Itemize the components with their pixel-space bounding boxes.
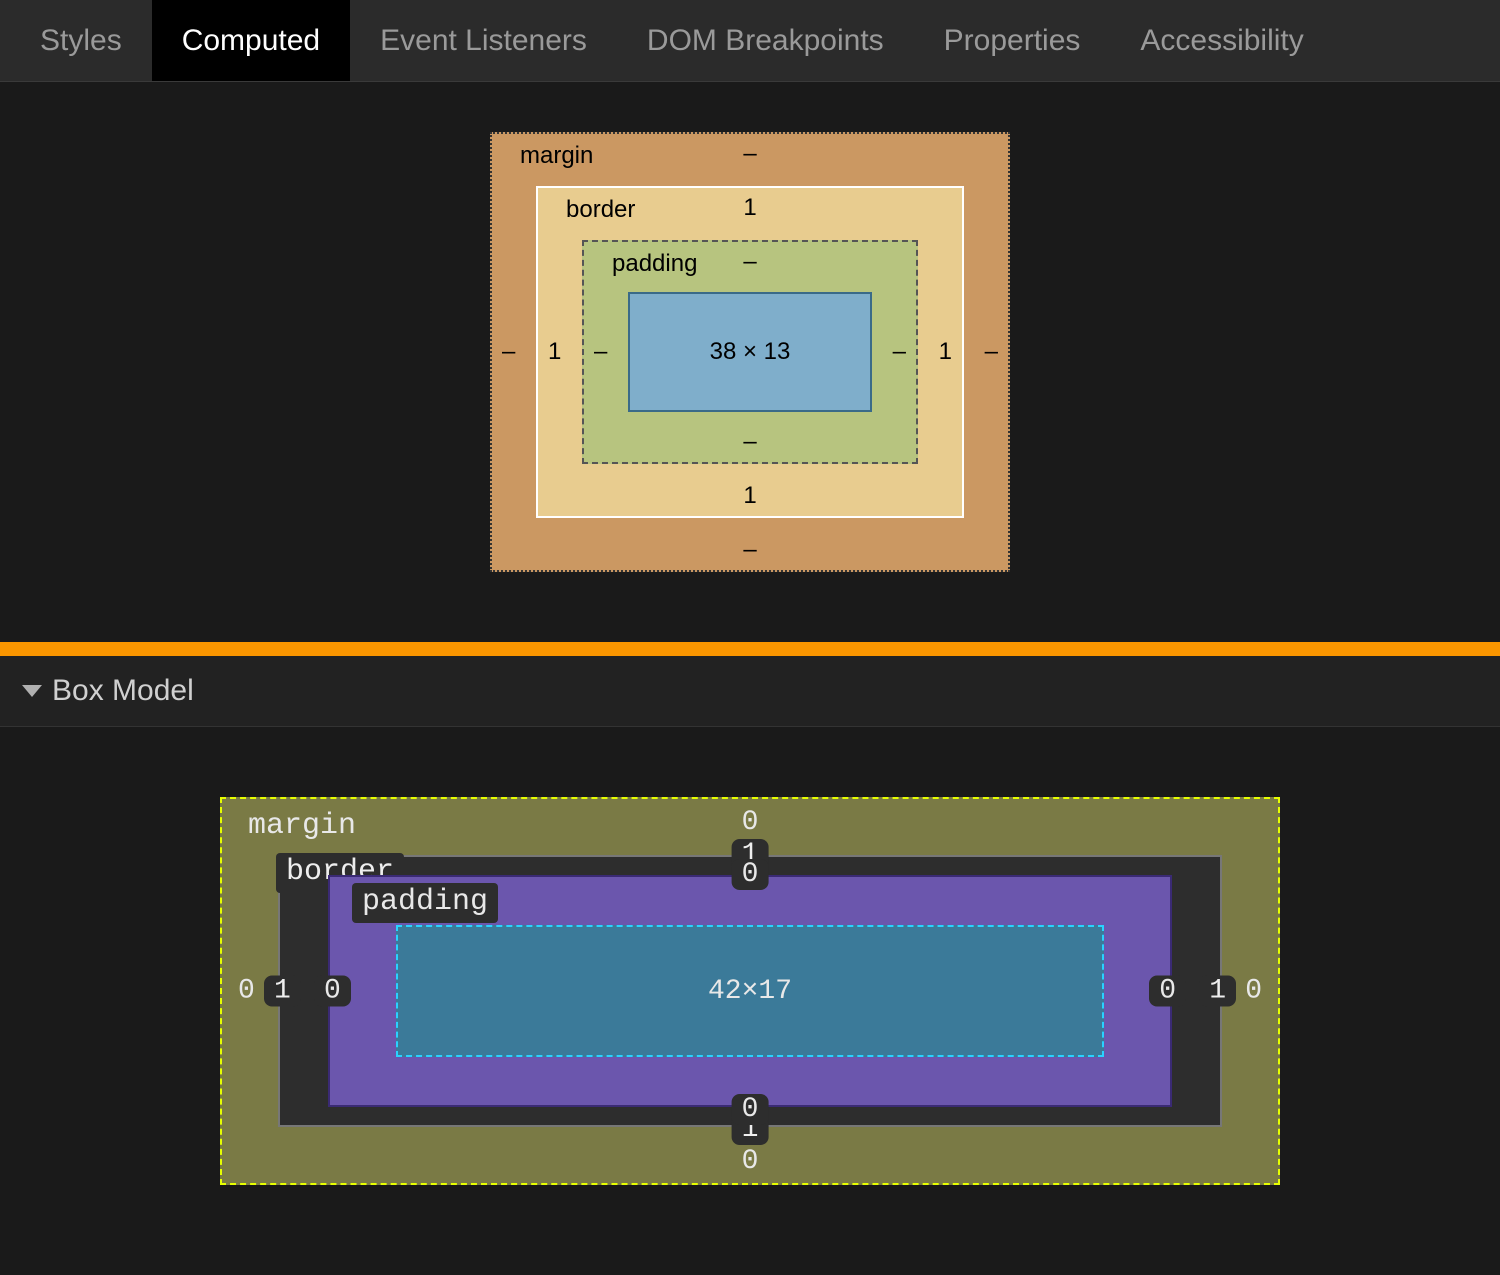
box-model-border[interactable]: border 1 1 1 1 padding – – – – 38 × 13 (536, 186, 964, 518)
margin-top[interactable]: – (743, 140, 756, 168)
ff-padding-right[interactable]: 0 (1149, 976, 1186, 1007)
tab-styles[interactable]: Styles (10, 0, 152, 81)
box-model-margin[interactable]: margin – – – – border 1 1 1 1 padding – … (490, 132, 1010, 572)
ff-margin-left[interactable]: 0 (238, 976, 255, 1007)
padding-top[interactable]: – (743, 248, 756, 276)
padding-left[interactable]: – (594, 338, 607, 366)
tab-accessibility[interactable]: Accessibility (1110, 0, 1333, 81)
chrome-box-model-diagram: margin – – – – border 1 1 1 1 padding – … (0, 82, 1500, 642)
ff-padding-label: padding (352, 883, 498, 923)
box-model-padding[interactable]: padding – – – – 38 × 13 (582, 240, 918, 464)
ff-margin-label: margin (248, 809, 356, 843)
ff-padding-top[interactable]: 0 (732, 859, 769, 890)
border-left[interactable]: 1 (548, 338, 561, 366)
tab-event-listeners[interactable]: Event Listeners (350, 0, 617, 81)
border-top[interactable]: 1 (743, 194, 756, 222)
content-size: 38 × 13 (710, 338, 791, 366)
margin-bottom[interactable]: – (743, 536, 756, 564)
firefox-box-model-diagram: margin 0 0 0 0 border 1 1 1 1 padding 0 … (0, 727, 1500, 1275)
chrome-devtools-panel: Styles Computed Event Listeners DOM Brea… (0, 0, 1500, 642)
margin-left[interactable]: – (502, 338, 515, 366)
ff-margin-bottom[interactable]: 0 (742, 1146, 759, 1177)
tab-computed[interactable]: Computed (152, 0, 350, 81)
ff-box-model-padding[interactable]: padding 0 0 0 0 42×17 (328, 875, 1172, 1107)
tab-dom-breakpoints[interactable]: DOM Breakpoints (617, 0, 914, 81)
padding-right[interactable]: – (893, 338, 906, 366)
ff-border-right[interactable]: 1 (1199, 976, 1236, 1007)
ff-box-model-margin[interactable]: margin 0 0 0 0 border 1 1 1 1 padding 0 … (220, 797, 1280, 1185)
section-title: Box Model (52, 674, 194, 708)
margin-right[interactable]: – (985, 338, 998, 366)
ff-box-model-content[interactable]: 42×17 (396, 925, 1104, 1057)
border-label: border (566, 196, 635, 224)
ff-content-size: 42×17 (708, 976, 792, 1007)
border-bottom[interactable]: 1 (743, 482, 756, 510)
devtools-tabs: Styles Computed Event Listeners DOM Brea… (0, 0, 1500, 82)
padding-label: padding (612, 250, 697, 278)
chevron-down-icon (22, 685, 42, 697)
ff-margin-right[interactable]: 0 (1245, 976, 1262, 1007)
padding-bottom[interactable]: – (743, 428, 756, 456)
ff-border-left[interactable]: 1 (264, 976, 301, 1007)
firefox-devtools-panel: Box Model margin 0 0 0 0 border 1 1 1 1 … (0, 656, 1500, 1275)
ff-margin-top[interactable]: 0 (742, 807, 759, 838)
box-model-section-header[interactable]: Box Model (0, 656, 1500, 727)
box-model-content[interactable]: 38 × 13 (628, 292, 872, 412)
tab-properties[interactable]: Properties (914, 0, 1111, 81)
orange-divider (0, 642, 1500, 656)
border-right[interactable]: 1 (939, 338, 952, 366)
ff-box-model-border[interactable]: border 1 1 1 1 padding 0 0 0 0 42×17 (278, 855, 1222, 1127)
margin-label: margin (520, 142, 593, 170)
ff-padding-left[interactable]: 0 (314, 976, 351, 1007)
ff-padding-bottom[interactable]: 0 (732, 1094, 769, 1125)
